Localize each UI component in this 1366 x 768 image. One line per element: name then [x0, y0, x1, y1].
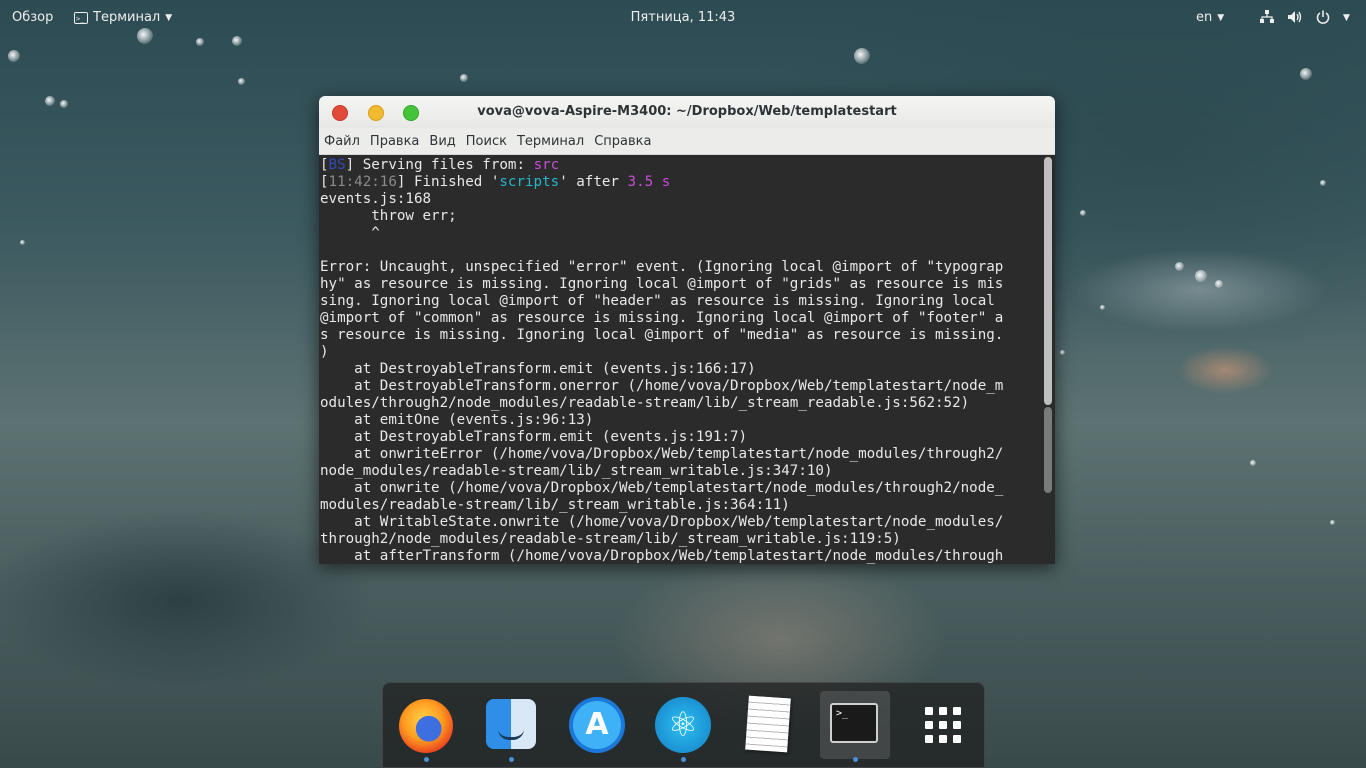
terminal-output[interactable]: [BS] Serving files from: src [11:42:16] …: [319, 155, 1041, 564]
notes-icon: [745, 695, 791, 753]
dock-item-terminal[interactable]: >_: [820, 691, 890, 762]
keyboard-layout-menu[interactable]: en ▼: [1196, 10, 1224, 26]
keyboard-layout-label: en: [1196, 10, 1213, 25]
running-indicator: [424, 757, 429, 762]
dock: A ⚛ >_: [382, 682, 985, 768]
dock-item-show-apps[interactable]: [913, 697, 973, 757]
dock-item-finder[interactable]: [481, 697, 541, 762]
running-indicator: [853, 757, 858, 762]
firefox-icon: [399, 699, 453, 753]
menu-search[interactable]: Поиск: [466, 134, 507, 149]
chevron-down-icon: ▼: [1343, 13, 1350, 23]
window-title: vova@vova-Aspire-M3400: ~/Dropbox/Web/te…: [477, 104, 897, 119]
terminal-icon: >_: [830, 703, 878, 743]
menu-bar: Файл Правка Вид Поиск Терминал Справка: [319, 128, 1055, 155]
running-indicator: [681, 757, 686, 762]
clock[interactable]: Пятница, 11:43: [631, 10, 736, 25]
terminal-error-output: events.js:168 throw err; ^ Error: Uncaug…: [320, 191, 1004, 564]
menu-view[interactable]: Вид: [429, 134, 455, 149]
window-titlebar[interactable]: vova@vova-Aspire-M3400: ~/Dropbox/Web/te…: [319, 96, 1055, 128]
terminal-text: [BS] Serving files from: src [11:42:16] …: [320, 157, 1004, 564]
terminal-app-icon: >_: [74, 12, 88, 24]
menu-terminal[interactable]: Терминал: [517, 134, 584, 149]
network-icon: [1259, 10, 1275, 26]
app-store-icon: A: [569, 697, 625, 753]
power-icon: [1315, 10, 1331, 26]
chevron-down-icon: ▼: [165, 13, 173, 23]
scrollbar-thumb[interactable]: [1044, 407, 1052, 493]
app-menu-label: Терминал: [93, 10, 161, 25]
finder-icon: [486, 699, 536, 749]
dock-item-notes[interactable]: [739, 695, 799, 757]
dock-item-firefox[interactable]: [396, 697, 456, 762]
menu-file[interactable]: Файл: [324, 134, 360, 149]
dock-item-atom[interactable]: ⚛: [653, 697, 713, 762]
app-menu[interactable]: >_ Терминал ▼: [74, 10, 172, 26]
volume-icon: [1287, 10, 1303, 26]
system-menu[interactable]: ▼: [1259, 10, 1350, 26]
terminal-scrollbar[interactable]: [1041, 155, 1055, 564]
running-indicator: [509, 757, 514, 762]
atom-icon: ⚛: [655, 697, 711, 753]
app-grid-icon: [925, 707, 961, 743]
terminal-window: vova@vova-Aspire-M3400: ~/Dropbox/Web/te…: [319, 96, 1055, 564]
top-bar: Обзор >_ Терминал ▼ Пятница, 11:43 en ▼ …: [0, 0, 1366, 36]
chevron-down-icon: ▼: [1217, 13, 1225, 23]
menu-edit[interactable]: Правка: [370, 134, 419, 149]
activities-button[interactable]: Обзор: [12, 10, 53, 26]
menu-help[interactable]: Справка: [594, 134, 651, 149]
dock-item-app-store[interactable]: A: [567, 697, 627, 757]
